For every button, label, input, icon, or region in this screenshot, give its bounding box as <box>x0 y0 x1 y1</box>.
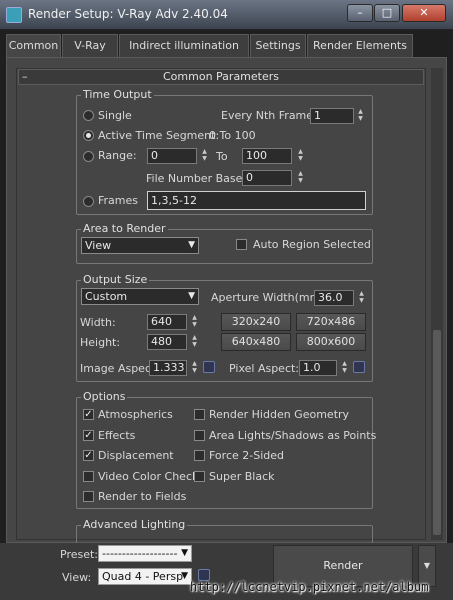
time-output-title: Time Output <box>81 88 154 101</box>
height-label: Height: <box>80 336 121 349</box>
preset-720x486-button[interactable]: 720x486 <box>296 313 366 331</box>
3dsmax-logo-icon <box>6 7 22 23</box>
range-label: Range: <box>98 149 137 162</box>
preset-dropdown[interactable]: ------------------- ▼ <box>98 545 192 562</box>
video-color-check-label: Video Color Check <box>98 470 199 483</box>
pixel-aspect-spinner[interactable]: ▲ ▼ <box>340 360 349 376</box>
active-time-segment-value: 0 To 100 <box>209 129 256 142</box>
preset-640x480-button[interactable]: 640x480 <box>221 333 291 351</box>
tab-vray[interactable]: V-Ray <box>62 34 118 58</box>
rollout-title: Common Parameters <box>163 70 279 83</box>
auto-region-label: Auto Region Selected <box>253 238 371 251</box>
range-to-spinner[interactable]: ▲ ▼ <box>296 148 305 164</box>
tab-common[interactable]: Common <box>6 34 61 59</box>
every-nth-frame-input[interactable]: 1 <box>310 108 354 124</box>
scrollbar-thumb[interactable] <box>433 330 441 535</box>
close-button[interactable]: ✕ <box>402 4 446 22</box>
height-spinner[interactable]: ▲ ▼ <box>190 334 199 350</box>
force-2-sided-label: Force 2-Sided <box>209 449 284 462</box>
pixel-aspect-label: Pixel Aspect: <box>229 362 300 375</box>
render-hidden-geometry-checkbox[interactable] <box>194 409 205 420</box>
displacement-label: Displacement <box>98 449 174 462</box>
view-label: View: <box>62 571 92 584</box>
output-size-preset-value: Custom <box>85 290 128 303</box>
window-title: Render Setup: V-Ray Adv 2.40.04 <box>28 7 228 21</box>
every-nth-frame-spinner[interactable]: ▲ ▼ <box>356 108 365 124</box>
file-number-base-label: File Number Base: <box>146 172 247 185</box>
frames-radio[interactable] <box>83 196 94 207</box>
tab-indirect-illumination[interactable]: Indirect illumination <box>119 34 249 58</box>
chevron-down-icon: ▼ <box>181 548 188 558</box>
aperture-width-spinner[interactable]: ▲ ▼ <box>357 290 366 306</box>
super-black-label: Super Black <box>209 470 275 483</box>
frames-input[interactable]: 1,3,5-12 <box>147 191 366 210</box>
preset-label: Preset: <box>60 548 99 561</box>
preset-value: ------------------- <box>102 547 178 560</box>
area-lights-shadows-checkbox[interactable] <box>194 430 205 441</box>
atmospherics-label: Atmospherics <box>98 408 173 421</box>
watermark: http://lccnetvip.pixnet.net/album <box>190 580 429 594</box>
width-spinner[interactable]: ▲ ▼ <box>190 314 199 330</box>
lock-icon[interactable] <box>203 361 215 373</box>
chevron-down-icon: ▼ <box>188 291 195 301</box>
image-aspect-input[interactable]: 1.333 <box>149 360 187 376</box>
chevron-down-icon: ▼ <box>188 240 195 250</box>
range-from-spinner[interactable]: ▲ ▼ <box>200 148 209 164</box>
chevron-down-icon: ▼ <box>181 571 188 581</box>
single-label: Single <box>98 109 132 122</box>
tab-settings[interactable]: Settings <box>250 34 306 58</box>
area-to-render-title: Area to Render <box>81 222 168 235</box>
file-number-base-spinner[interactable]: ▲ ▼ <box>296 170 305 186</box>
output-size-preset-dropdown[interactable]: Custom ▼ <box>81 288 199 305</box>
super-black-checkbox[interactable] <box>194 471 205 482</box>
area-lights-shadows-label: Area Lights/Shadows as Points <box>209 429 377 442</box>
maximize-button[interactable]: □ <box>374 4 400 22</box>
range-from-input[interactable]: 0 <box>147 148 197 164</box>
lock-icon[interactable] <box>353 361 365 373</box>
view-value: Quad 4 - Persp <box>102 570 184 583</box>
options-title: Options <box>81 390 128 403</box>
tab-render-elements[interactable]: Render Elements <box>307 34 413 58</box>
output-size-title: Output Size <box>81 273 150 286</box>
aperture-width-label: Aperture Width(mm): <box>211 291 329 304</box>
active-time-segment-radio[interactable] <box>83 130 94 141</box>
height-input[interactable]: 480 <box>147 334 187 350</box>
aperture-width-input[interactable]: 36.0 <box>314 290 354 306</box>
minimize-button[interactable]: – <box>347 4 373 22</box>
render-to-fields-label: Render to Fields <box>98 490 187 503</box>
effects-checkbox[interactable]: ✓ <box>83 430 94 441</box>
render-to-fields-checkbox[interactable] <box>83 491 94 502</box>
range-to-label: To <box>216 150 228 163</box>
image-aspect-label: Image Aspect: <box>80 362 160 375</box>
pixel-aspect-input[interactable]: 1.0 <box>299 360 337 376</box>
force-2-sided-checkbox[interactable] <box>194 450 205 461</box>
preset-800x600-button[interactable]: 800x600 <box>296 333 366 351</box>
preset-320x240-button[interactable]: 320x240 <box>221 313 291 331</box>
image-aspect-spinner[interactable]: ▲ ▼ <box>190 360 199 376</box>
every-nth-frame-label: Every Nth Frame: <box>221 109 317 122</box>
width-label: Width: <box>80 316 116 329</box>
effects-label: Effects <box>98 429 136 442</box>
video-color-check-checkbox[interactable] <box>83 471 94 482</box>
view-dropdown[interactable]: Quad 4 - Persp ▼ <box>98 568 192 585</box>
file-number-base-input[interactable]: 0 <box>242 170 292 186</box>
tab-bar: Common V-Ray Indirect illumination Setti… <box>6 34 447 59</box>
render-hidden-geometry-label: Render Hidden Geometry <box>209 408 350 421</box>
displacement-checkbox[interactable]: ✓ <box>83 450 94 461</box>
atmospherics-checkbox[interactable]: ✓ <box>83 409 94 420</box>
auto-region-checkbox[interactable] <box>236 239 247 250</box>
advanced-lighting-title: Advanced Lighting <box>81 518 188 531</box>
range-to-input[interactable]: 100 <box>242 148 292 164</box>
active-time-segment-label: Active Time Segment: <box>98 129 220 142</box>
width-input[interactable]: 640 <box>147 314 187 330</box>
area-to-render-dropdown[interactable]: View ▼ <box>81 237 199 254</box>
frames-label: Frames <box>98 194 139 207</box>
area-to-render-value: View <box>85 239 112 252</box>
range-radio[interactable] <box>83 151 94 162</box>
single-radio[interactable] <box>83 110 94 121</box>
